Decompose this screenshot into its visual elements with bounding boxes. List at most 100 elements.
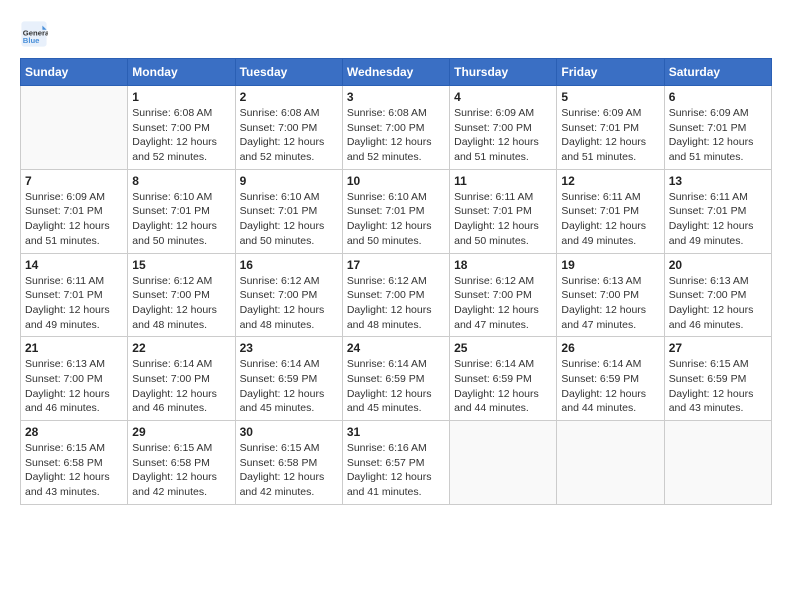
svg-text:Blue: Blue xyxy=(23,36,40,45)
calendar-cell xyxy=(557,421,664,505)
calendar-cell: 15Sunrise: 6:12 AM Sunset: 7:00 PM Dayli… xyxy=(128,253,235,337)
day-info: Sunrise: 6:13 AM Sunset: 7:00 PM Dayligh… xyxy=(25,357,123,416)
calendar-cell: 9 Sunrise: 6:10 AM Sunset: 7:01 PM Daylig… xyxy=(235,169,342,253)
day-info: Sunrise: 6:16 AM Sunset: 6:57 PM Dayligh… xyxy=(347,441,445,500)
day-number: 17 xyxy=(347,258,445,272)
day-info: Sunrise: 6:09 AM Sunset: 7:01 PM Dayligh… xyxy=(25,190,123,249)
calendar-cell: 3 Sunrise: 6:08 AM Sunset: 7:00 PM Daylig… xyxy=(342,86,449,170)
day-info: Sunrise: 6:15 AM Sunset: 6:59 PM Dayligh… xyxy=(669,357,767,416)
calendar-cell: 22 Sunrise: 6:14 AM Sunset: 7:00 PM Dayli… xyxy=(128,337,235,421)
calendar-cell: 29 Sunrise: 6:15 AM Sunset: 6:58 PM Dayli… xyxy=(128,421,235,505)
calendar: SundayMondayTuesdayWednesdayThursdayFrid… xyxy=(20,58,772,505)
weekday-header-saturday: Saturday xyxy=(664,59,771,86)
day-number: 16 xyxy=(240,258,338,272)
calendar-cell: 11 Sunrise: 6:11 AM Sunset: 7:01 PM Dayli… xyxy=(450,169,557,253)
day-number: 29 xyxy=(132,425,230,439)
day-info: Sunrise: 6:09 AM Sunset: 7:00 PM Dayligh… xyxy=(454,106,552,165)
day-info: Sunrise: 6:14 AM Sunset: 7:00 PM Dayligh… xyxy=(132,357,230,416)
day-info: Sunrise: 6:08 AM Sunset: 7:00 PM Dayligh… xyxy=(132,106,230,165)
calendar-cell: 2Sunrise: 6:08 AM Sunset: 7:00 PM Daylig… xyxy=(235,86,342,170)
calendar-cell: 18 Sunrise: 6:12 AM Sunset: 7:00 PM Dayli… xyxy=(450,253,557,337)
day-info: Sunrise: 6:13 AM Sunset: 7:00 PM Dayligh… xyxy=(669,274,767,333)
day-number: 22 xyxy=(132,341,230,355)
weekday-header-sunday: Sunday xyxy=(21,59,128,86)
logo-icon: General Blue xyxy=(20,20,48,48)
calendar-cell: 6 Sunrise: 6:09 AM Sunset: 7:01 PM Daylig… xyxy=(664,86,771,170)
day-info: Sunrise: 6:14 AM Sunset: 6:59 PM Dayligh… xyxy=(240,357,338,416)
weekday-header-monday: Monday xyxy=(128,59,235,86)
day-number: 4 xyxy=(454,90,552,104)
week-row-1: 1 Sunrise: 6:08 AM Sunset: 7:00 PM Daylig… xyxy=(21,86,772,170)
day-number: 18 xyxy=(454,258,552,272)
calendar-cell: 25 Sunrise: 6:14 AM Sunset: 6:59 PM Dayli… xyxy=(450,337,557,421)
calendar-cell: 31 Sunrise: 6:16 AM Sunset: 6:57 PM Dayli… xyxy=(342,421,449,505)
day-number: 21 xyxy=(25,341,123,355)
calendar-cell: 30 Sunrise: 6:15 AM Sunset: 6:58 PM Dayli… xyxy=(235,421,342,505)
week-row-5: 28Sunrise: 6:15 AM Sunset: 6:58 PM Dayli… xyxy=(21,421,772,505)
day-number: 8 xyxy=(132,174,230,188)
day-number: 30 xyxy=(240,425,338,439)
weekday-header-row: SundayMondayTuesdayWednesdayThursdayFrid… xyxy=(21,59,772,86)
calendar-cell: 17 Sunrise: 6:12 AM Sunset: 7:00 PM Dayli… xyxy=(342,253,449,337)
calendar-cell: 19Sunrise: 6:13 AM Sunset: 7:00 PM Dayli… xyxy=(557,253,664,337)
day-number: 14 xyxy=(25,258,123,272)
day-info: Sunrise: 6:15 AM Sunset: 6:58 PM Dayligh… xyxy=(132,441,230,500)
calendar-cell: 7Sunrise: 6:09 AM Sunset: 7:01 PM Daylig… xyxy=(21,169,128,253)
day-info: Sunrise: 6:10 AM Sunset: 7:01 PM Dayligh… xyxy=(347,190,445,249)
day-info: Sunrise: 6:10 AM Sunset: 7:01 PM Dayligh… xyxy=(132,190,230,249)
day-number: 5 xyxy=(561,90,659,104)
week-row-2: 7Sunrise: 6:09 AM Sunset: 7:01 PM Daylig… xyxy=(21,169,772,253)
day-info: Sunrise: 6:09 AM Sunset: 7:01 PM Dayligh… xyxy=(561,106,659,165)
calendar-cell: 5 Sunrise: 6:09 AM Sunset: 7:01 PM Daylig… xyxy=(557,86,664,170)
weekday-header-thursday: Thursday xyxy=(450,59,557,86)
calendar-cell: 28Sunrise: 6:15 AM Sunset: 6:58 PM Dayli… xyxy=(21,421,128,505)
day-number: 9 xyxy=(240,174,338,188)
day-info: Sunrise: 6:08 AM Sunset: 7:00 PM Dayligh… xyxy=(240,106,338,165)
day-number: 31 xyxy=(347,425,445,439)
calendar-cell: 4 Sunrise: 6:09 AM Sunset: 7:00 PM Daylig… xyxy=(450,86,557,170)
calendar-cell: 24Sunrise: 6:14 AM Sunset: 6:59 PM Dayli… xyxy=(342,337,449,421)
header: General Blue xyxy=(20,20,772,48)
day-number: 11 xyxy=(454,174,552,188)
weekday-header-tuesday: Tuesday xyxy=(235,59,342,86)
day-number: 13 xyxy=(669,174,767,188)
day-number: 20 xyxy=(669,258,767,272)
calendar-cell: 12 Sunrise: 6:11 AM Sunset: 7:01 PM Dayli… xyxy=(557,169,664,253)
calendar-cell xyxy=(664,421,771,505)
logo: General Blue xyxy=(20,20,48,48)
day-info: Sunrise: 6:15 AM Sunset: 6:58 PM Dayligh… xyxy=(240,441,338,500)
day-number: 12 xyxy=(561,174,659,188)
calendar-cell: 27 Sunrise: 6:15 AM Sunset: 6:59 PM Dayli… xyxy=(664,337,771,421)
week-row-3: 14 Sunrise: 6:11 AM Sunset: 7:01 PM Dayli… xyxy=(21,253,772,337)
day-number: 3 xyxy=(347,90,445,104)
calendar-cell: 14 Sunrise: 6:11 AM Sunset: 7:01 PM Dayli… xyxy=(21,253,128,337)
day-number: 6 xyxy=(669,90,767,104)
day-info: Sunrise: 6:12 AM Sunset: 7:00 PM Dayligh… xyxy=(132,274,230,333)
day-info: Sunrise: 6:09 AM Sunset: 7:01 PM Dayligh… xyxy=(669,106,767,165)
day-info: Sunrise: 6:10 AM Sunset: 7:01 PM Dayligh… xyxy=(240,190,338,249)
day-number: 1 xyxy=(132,90,230,104)
day-info: Sunrise: 6:14 AM Sunset: 6:59 PM Dayligh… xyxy=(561,357,659,416)
day-number: 26 xyxy=(561,341,659,355)
day-info: Sunrise: 6:12 AM Sunset: 7:00 PM Dayligh… xyxy=(347,274,445,333)
day-info: Sunrise: 6:11 AM Sunset: 7:01 PM Dayligh… xyxy=(25,274,123,333)
calendar-cell: 13 Sunrise: 6:11 AM Sunset: 7:01 PM Dayli… xyxy=(664,169,771,253)
day-info: Sunrise: 6:12 AM Sunset: 7:00 PM Dayligh… xyxy=(454,274,552,333)
day-info: Sunrise: 6:11 AM Sunset: 7:01 PM Dayligh… xyxy=(561,190,659,249)
day-info: Sunrise: 6:08 AM Sunset: 7:00 PM Dayligh… xyxy=(347,106,445,165)
weekday-header-wednesday: Wednesday xyxy=(342,59,449,86)
calendar-cell: 21 Sunrise: 6:13 AM Sunset: 7:00 PM Dayli… xyxy=(21,337,128,421)
day-number: 27 xyxy=(669,341,767,355)
day-info: Sunrise: 6:11 AM Sunset: 7:01 PM Dayligh… xyxy=(669,190,767,249)
calendar-cell: 8 Sunrise: 6:10 AM Sunset: 7:01 PM Daylig… xyxy=(128,169,235,253)
day-number: 25 xyxy=(454,341,552,355)
calendar-cell: 26 Sunrise: 6:14 AM Sunset: 6:59 PM Dayli… xyxy=(557,337,664,421)
day-number: 10 xyxy=(347,174,445,188)
calendar-cell: 23Sunrise: 6:14 AM Sunset: 6:59 PM Dayli… xyxy=(235,337,342,421)
calendar-cell: 16Sunrise: 6:12 AM Sunset: 7:00 PM Dayli… xyxy=(235,253,342,337)
day-info: Sunrise: 6:14 AM Sunset: 6:59 PM Dayligh… xyxy=(347,357,445,416)
day-info: Sunrise: 6:14 AM Sunset: 6:59 PM Dayligh… xyxy=(454,357,552,416)
day-info: Sunrise: 6:13 AM Sunset: 7:00 PM Dayligh… xyxy=(561,274,659,333)
week-row-4: 21 Sunrise: 6:13 AM Sunset: 7:00 PM Dayli… xyxy=(21,337,772,421)
day-info: Sunrise: 6:11 AM Sunset: 7:01 PM Dayligh… xyxy=(454,190,552,249)
